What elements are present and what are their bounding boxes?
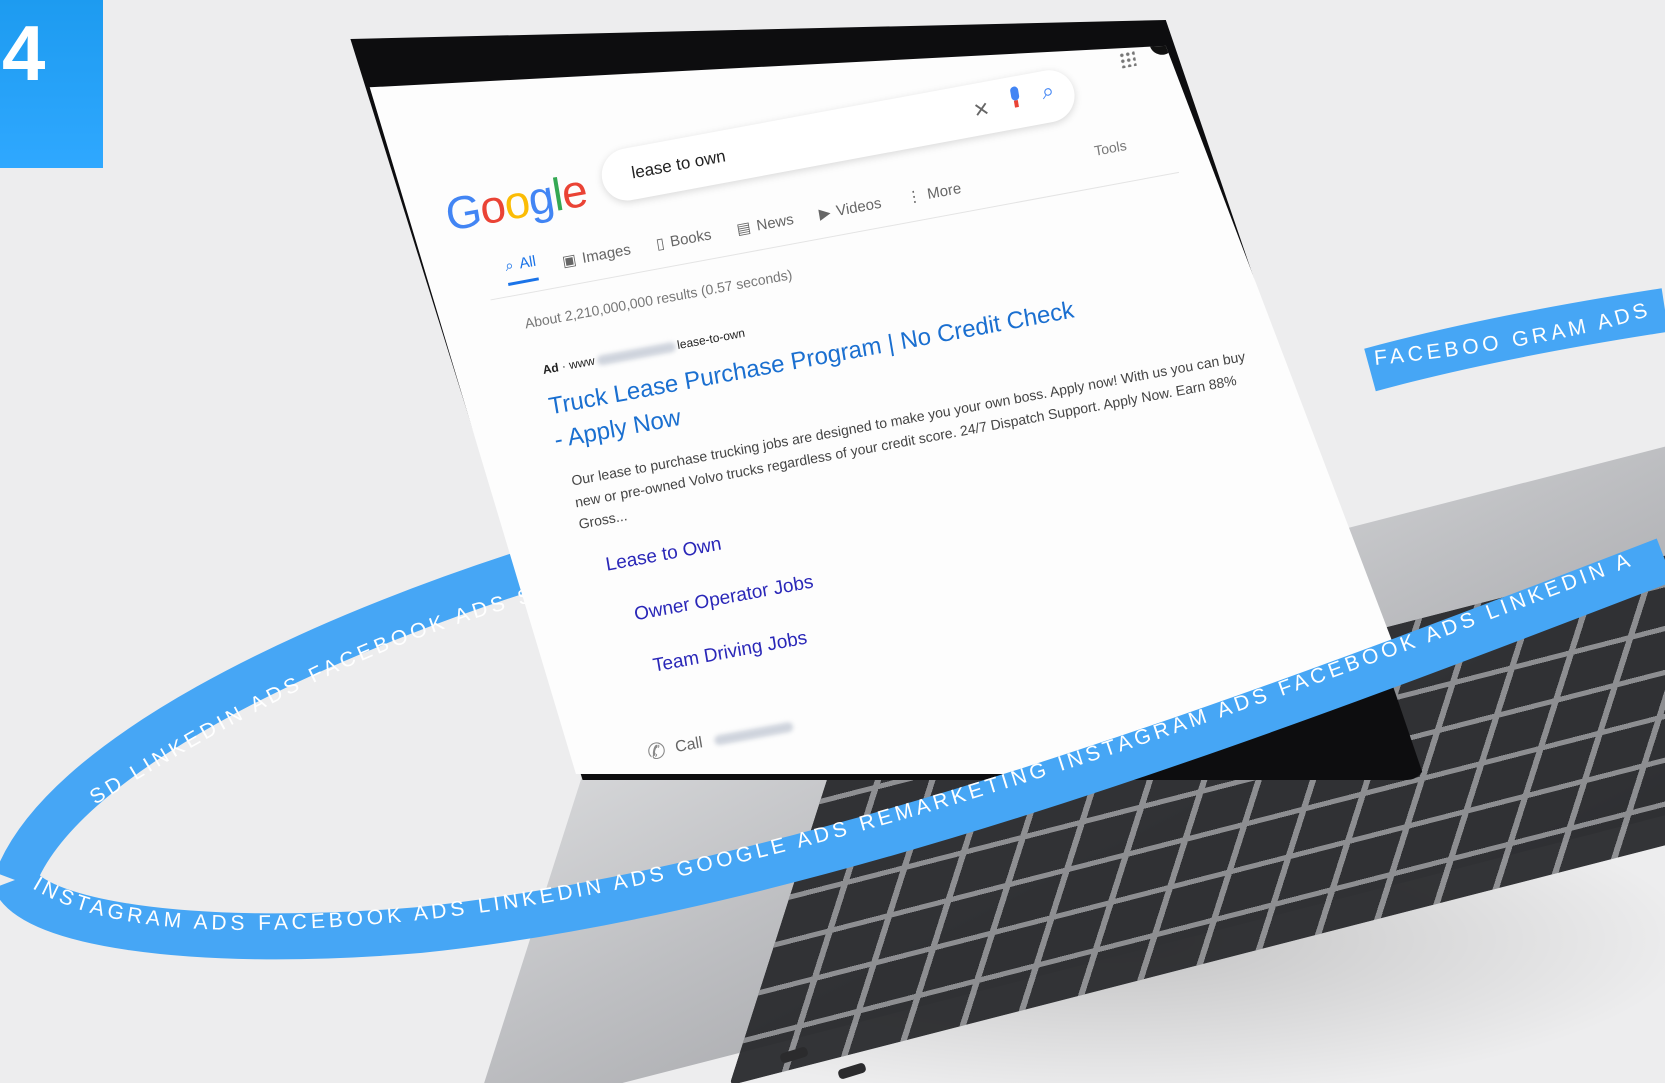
microphone-icon[interactable] bbox=[1007, 85, 1024, 109]
tab-label: News bbox=[755, 210, 795, 235]
tab-label: Videos bbox=[834, 194, 883, 220]
ribbon-band-back-right bbox=[1364, 288, 1665, 392]
call-extension[interactable]: ✆ Call bbox=[645, 713, 797, 766]
step-badge: 4 bbox=[0, 0, 103, 168]
tab-more[interactable]: ⋮ More bbox=[904, 174, 963, 212]
search-query: lease to own bbox=[629, 146, 728, 183]
tab-news[interactable]: ▤ News bbox=[734, 205, 795, 243]
divider bbox=[490, 171, 1180, 301]
clear-icon[interactable]: × bbox=[971, 93, 991, 126]
tab-videos[interactable]: ▶ Videos bbox=[817, 189, 884, 228]
book-icon: ▯ bbox=[654, 234, 666, 254]
tab-label: More bbox=[925, 179, 963, 203]
sitelink[interactable]: Owner Operator Jobs bbox=[633, 571, 815, 626]
tab-all[interactable]: ⌕ All bbox=[503, 252, 540, 286]
phone-icon: ✆ bbox=[645, 737, 668, 766]
google-logo[interactable]: Google bbox=[442, 163, 591, 242]
ad-sitelinks: Lease to Own Owner Operator Jobs Team Dr… bbox=[604, 518, 829, 715]
google-search-page: Google lease to own × ⌕ ⌕ All ▣ Images ▯ Bo… bbox=[412, 45, 1403, 774]
blurred-domain bbox=[595, 341, 677, 366]
search-icon[interactable]: ⌕ bbox=[1040, 77, 1056, 105]
tab-label: All bbox=[518, 252, 538, 273]
laptop-screen: Google lease to own × ⌕ ⌕ All ▣ Images ▯ Bo… bbox=[369, 45, 1404, 774]
ad-url-prefix: · www bbox=[560, 353, 596, 374]
step-number: 4 bbox=[2, 9, 46, 97]
call-label: Call bbox=[674, 734, 704, 757]
tools-button[interactable]: Tools bbox=[1093, 137, 1128, 159]
ribbon-band-back-left bbox=[0, 539, 567, 889]
scene: 4 SD LINKEDIN ADS FACEBOOK ADS SD FACEBO… bbox=[0, 0, 1665, 1083]
sitelink[interactable]: Lease to Own bbox=[604, 518, 806, 576]
more-vertical-icon: ⋮ bbox=[905, 187, 923, 207]
image-icon: ▣ bbox=[560, 251, 578, 271]
tab-label: Books bbox=[668, 225, 713, 251]
result-stats: About 2,210,000,000 results (0.57 second… bbox=[523, 266, 794, 332]
ad-url-suffix: lease-to-own bbox=[676, 325, 746, 353]
news-icon: ▤ bbox=[735, 218, 753, 239]
ribbon-back-right-label: FACEBOO GRAM ADS bbox=[1373, 297, 1654, 370]
tab-images[interactable]: ▣ Images bbox=[560, 235, 633, 275]
video-icon: ▶ bbox=[817, 204, 832, 224]
tab-label: Images bbox=[580, 240, 632, 267]
apps-grid-icon[interactable] bbox=[1118, 49, 1137, 69]
tab-books[interactable]: ▯ Books bbox=[654, 220, 714, 258]
search-input[interactable]: lease to own × ⌕ bbox=[597, 65, 1079, 205]
sitelink[interactable]: Team Driving Jobs bbox=[652, 625, 824, 678]
ad-label: Ad bbox=[541, 360, 560, 377]
search-icon: ⌕ bbox=[503, 256, 515, 276]
blurred-phone-number bbox=[713, 721, 794, 746]
